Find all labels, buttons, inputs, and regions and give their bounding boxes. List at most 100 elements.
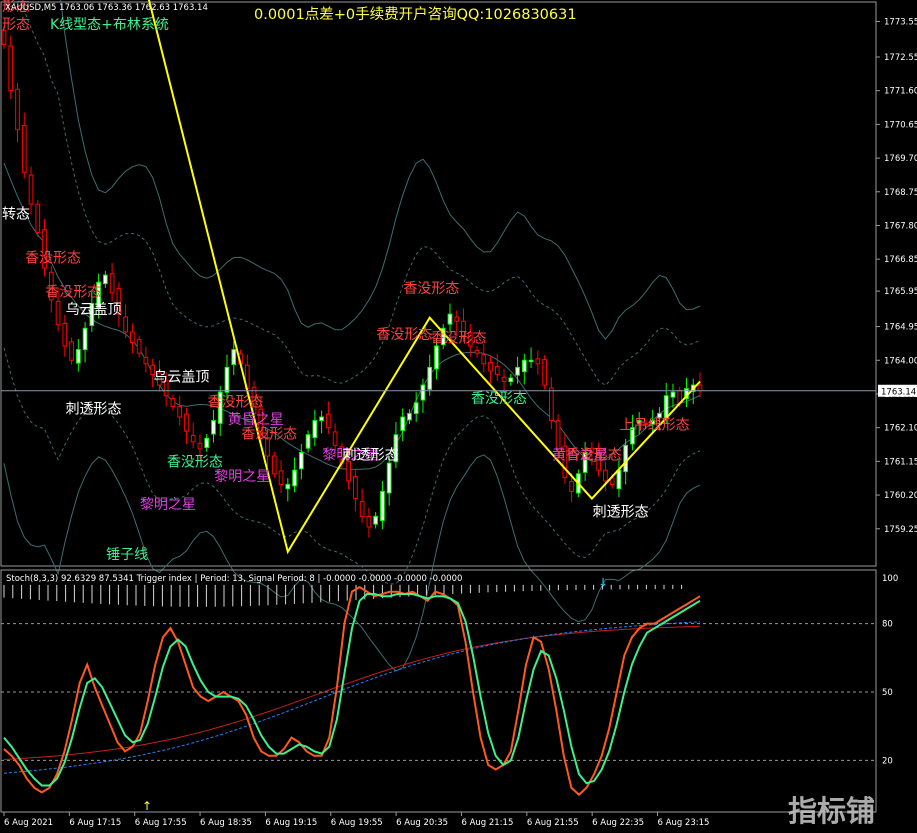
bear-candle-body — [542, 359, 547, 386]
current-price-label: 1763.14 — [881, 387, 916, 397]
bull-candle-body — [75, 349, 81, 364]
pattern-label: 香没形态 — [25, 251, 81, 267]
bear-candle-body — [190, 434, 196, 443]
bull-candle-body — [82, 327, 88, 351]
price-tick-label: 1769.70 — [884, 154, 917, 164]
bear-candle-body — [494, 366, 500, 375]
time-tick-label: 6 Aug 2021 — [4, 818, 53, 828]
pattern-label: 香没形态 — [376, 327, 432, 343]
price-tick-label: 1766.85 — [884, 255, 917, 265]
bull-candle-body — [285, 483, 291, 490]
bull-candle-body — [298, 451, 304, 470]
time-tick-label: 6 Aug 21:15 — [461, 818, 513, 828]
price-tick-label: 1771.60 — [884, 87, 917, 97]
pattern-label: 香没形态 — [471, 391, 527, 407]
indicator-title-red: 形态 — [2, 17, 30, 33]
bull-candle-body — [420, 384, 426, 401]
stochastic-header: Stoch(8,3,3) 92.6329 87.5341 Trigger ind… — [6, 574, 462, 584]
bear-candle-body — [353, 476, 358, 500]
bear-candle-body — [8, 45, 14, 92]
bear-candle-body — [569, 481, 574, 493]
bear-candle-body — [474, 349, 480, 354]
bull-candle-body — [407, 412, 412, 421]
watermark: 指标铺 — [788, 794, 875, 828]
bull-candle-body — [319, 416, 324, 422]
bull-candle-body — [380, 491, 385, 522]
candle — [271, 451, 277, 479]
bear-candle-body — [346, 461, 351, 482]
bear-candle-body — [278, 470, 284, 485]
bear-candle-body — [170, 398, 176, 407]
pattern-label: 转态 — [2, 206, 30, 222]
symbol-info: XAUUSD,M5 1763.06 1763.36 1762.63 1763.1… — [5, 3, 208, 13]
price-tick-label: 1768.75 — [884, 188, 917, 198]
price-tick-label: 1773.55 — [884, 18, 917, 28]
bear-candle-body — [481, 354, 487, 365]
price-tick-label: 1770.65 — [884, 120, 917, 130]
bull-candle-body — [305, 434, 311, 449]
time-tick-label: 6 Aug 17:15 — [69, 818, 121, 828]
pattern-label: 锤子线 — [106, 547, 148, 563]
bear-candle-body — [21, 124, 27, 173]
bull-candle-body — [211, 420, 216, 435]
bull-candle-body — [292, 469, 297, 487]
time-tick-label: 6 Aug 23:15 — [658, 818, 710, 828]
bull-candle-body — [224, 366, 230, 393]
bull-candle-body — [434, 345, 439, 370]
pattern-label: 香没形态 — [45, 284, 101, 300]
bull-candle-body — [312, 420, 318, 439]
bull-candle-body — [508, 377, 514, 383]
pattern-label: 香没形态 — [403, 281, 459, 297]
bear-candle-body — [325, 413, 331, 429]
stochastic-level-label: 100 — [882, 574, 898, 584]
bear-candle-body — [130, 331, 135, 344]
stochastic-level-label: 80 — [882, 620, 893, 630]
ad-banner: 0.0001点差+0手续费开户咨询QQ:1026830631 — [254, 6, 577, 23]
price-tick-label: 1759.25 — [884, 525, 917, 535]
bull-candle-body — [447, 313, 453, 325]
bull-candle-body — [386, 462, 392, 494]
pattern-label: 香没形态 — [430, 331, 486, 347]
price-tick-label: 1764.00 — [884, 356, 917, 366]
pattern-label: 刺透形态 — [593, 504, 649, 520]
bear-candle-body — [62, 322, 68, 347]
candle — [542, 355, 547, 390]
bear-candle-body — [184, 413, 189, 432]
bear-candle-body — [555, 420, 561, 450]
bull-candle-body — [616, 469, 622, 490]
price-tick-label: 1772.55 — [884, 53, 917, 63]
stochastic-level-label: 50 — [882, 688, 893, 698]
bear-candle-body — [603, 469, 608, 482]
bear-candle-body — [359, 500, 365, 517]
pattern-label: 刺透形态 — [343, 448, 399, 464]
bull-candle-body — [521, 359, 527, 373]
time-tick-label: 6 Aug 20:35 — [396, 818, 448, 828]
bull-candle-body — [400, 416, 406, 431]
buy-signal-arrow: ↑ — [142, 799, 152, 813]
bear-candle-body — [143, 356, 149, 365]
bear-candle-body — [28, 174, 34, 205]
bear-candle-body — [69, 341, 74, 361]
bear-candle-body — [35, 203, 41, 234]
pattern-label: 香没形态 — [207, 394, 263, 410]
bear-candle-body — [177, 405, 183, 418]
time-tick-label: 6 Aug 19:15 — [265, 818, 317, 828]
time-tick-label: 6 Aug 19:55 — [331, 818, 383, 828]
indicator-title-green: K线型态+布林系统 — [50, 17, 169, 33]
bear-candle-body — [454, 316, 460, 322]
pattern-label: 黎明之星 — [214, 469, 270, 485]
time-tick-label: 6 Aug 21:55 — [527, 818, 579, 828]
bear-candle-body — [697, 384, 703, 392]
bull-candle-body — [103, 274, 108, 285]
pattern-label: 上吊线形态 — [620, 417, 690, 433]
bull-candle-body — [663, 395, 669, 419]
chart-canvas: 形态转态香没形态香没形态乌云盖顶乌云盖顶刺透形态 香没形态黄昏之星香没形态香没形态… — [0, 0, 917, 833]
bear-candle-body — [548, 387, 554, 422]
sell-signal-arrow: ↓ — [598, 576, 608, 590]
time-tick-label: 6 Aug 18:35 — [200, 818, 252, 828]
price-tick-label: 1762.10 — [884, 424, 917, 434]
price-tick-label: 1760.20 — [884, 491, 917, 501]
bear-candle-body — [501, 376, 507, 383]
bear-candle-body — [366, 515, 372, 528]
bear-candle-body — [488, 361, 493, 372]
